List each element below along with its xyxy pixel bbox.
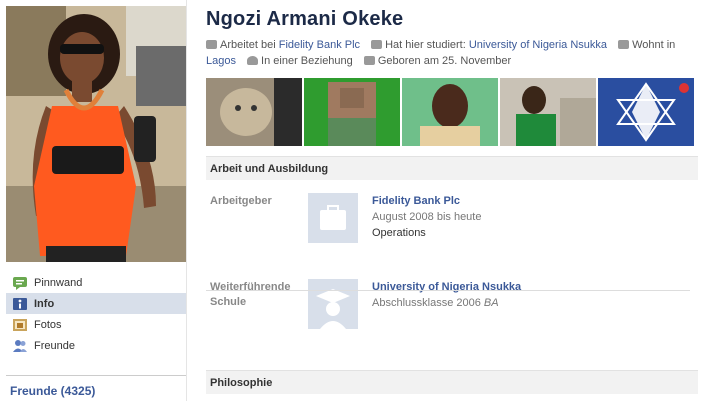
wall-icon	[12, 276, 28, 290]
friends-count-link[interactable]: Freunde (4325)	[10, 384, 95, 398]
work-link[interactable]: Fidelity Bank Plc	[279, 39, 360, 51]
employer-thumbnail[interactable]	[308, 193, 358, 243]
nav-label-info: Info	[34, 297, 55, 310]
photo-thumb[interactable]	[500, 78, 596, 146]
study-prefix: Hat hier studiert:	[385, 39, 466, 51]
profile-info-line: Arbeitet bei Fidelity Bank Plc Hat hier …	[206, 37, 686, 69]
nav-label-pinnwand: Pinnwand	[34, 276, 83, 289]
relationship-text: In einer Beziehung	[261, 55, 353, 67]
school-name-link[interactable]: University of Nigeria Nsukka	[372, 281, 521, 293]
study-link[interactable]: University of Nigeria Nsukka	[469, 39, 607, 51]
school-label: Weiterführende Schule	[210, 281, 290, 308]
photo-thumb[interactable]	[402, 78, 498, 146]
photo-strip	[206, 78, 694, 146]
employer-position: Operations	[372, 227, 426, 239]
nav-label-fotos: Fotos	[34, 318, 62, 331]
house-icon	[618, 40, 630, 49]
section-header-work-edu: Arbeit und Ausbildung	[206, 156, 698, 180]
calendar-icon	[363, 56, 375, 65]
profile-name: Ngozi Armani Okeke	[206, 8, 404, 30]
work-prefix: Arbeitet bei	[220, 39, 276, 51]
school-label-line1: Weiterführende	[210, 281, 291, 293]
photos-icon	[12, 318, 28, 332]
nav-item-freunde[interactable]: Freunde	[6, 335, 186, 356]
photo-thumb[interactable]	[304, 78, 400, 146]
employer-period: August 2008 bis heute	[372, 211, 482, 223]
school-degree: BA	[483, 297, 499, 309]
info-icon	[12, 297, 28, 311]
nav-label-freunde: Freunde	[34, 339, 75, 352]
car-icon	[371, 40, 383, 49]
school-class: Abschlussklasse 2006 BA	[372, 297, 499, 309]
column-divider	[186, 0, 187, 401]
briefcase-icon	[206, 40, 217, 49]
employer-label: Arbeitgeber	[210, 195, 272, 207]
profile-picture[interactable]	[6, 6, 186, 262]
birthday-text: Geboren am 25. November	[377, 55, 512, 67]
lives-prefix: Wohnt in	[632, 39, 676, 51]
friends-divider	[6, 375, 186, 376]
school-thumbnail[interactable]	[308, 279, 358, 329]
lives-link[interactable]: Lagos	[206, 55, 236, 67]
photo-thumb[interactable]	[206, 78, 302, 146]
heart-icon	[247, 56, 259, 65]
profile-nav: Pinnwand Info Fotos Freunde	[6, 272, 186, 356]
school-label-line2: Schule	[210, 296, 247, 308]
nav-item-fotos[interactable]: Fotos	[6, 314, 186, 335]
school-class-text: Abschlussklasse 2006	[372, 297, 481, 309]
photo-thumb[interactable]	[598, 78, 694, 146]
left-column: Pinnwand Info Fotos Freunde Freunde (432…	[0, 0, 186, 401]
nav-item-pinnwand[interactable]: Pinnwand	[6, 272, 186, 293]
employer-name-link[interactable]: Fidelity Bank Plc	[372, 195, 460, 207]
divider	[206, 290, 690, 291]
nav-item-info[interactable]: Info	[6, 293, 186, 314]
friends-icon	[12, 339, 28, 353]
section-header-philosophy: Philosophie	[206, 370, 698, 394]
